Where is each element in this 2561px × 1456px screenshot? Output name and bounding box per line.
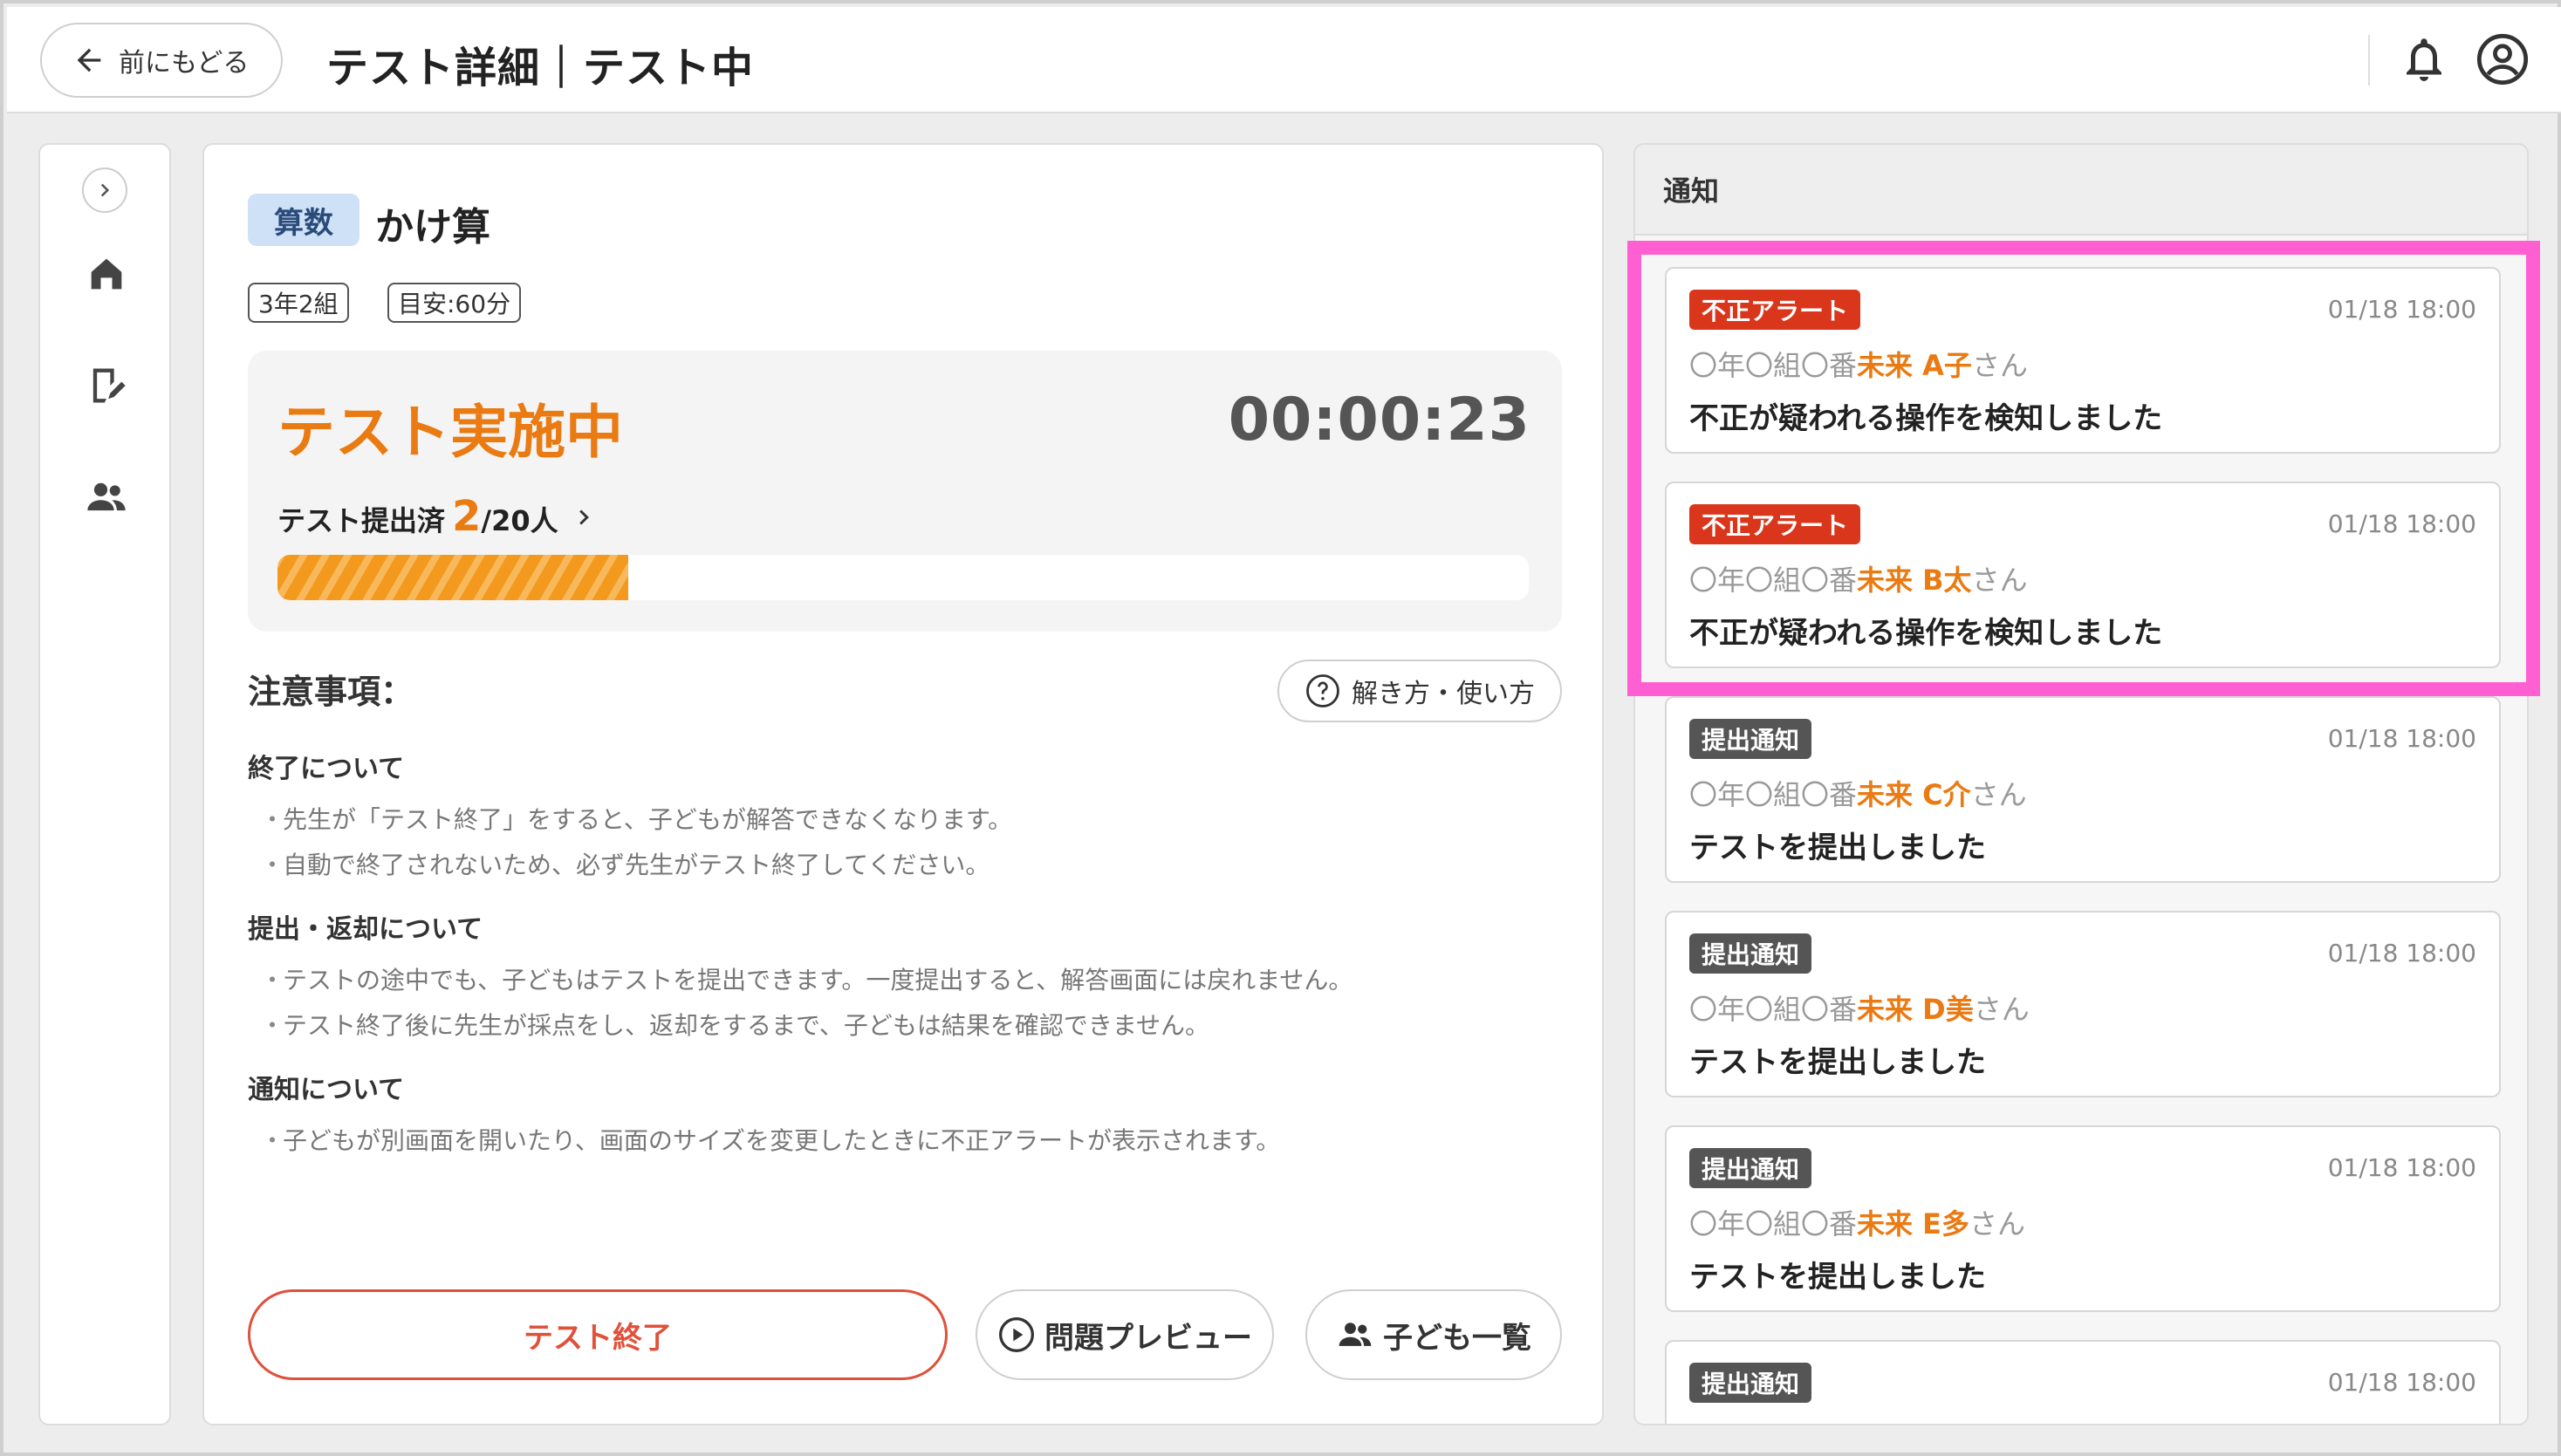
submitted-label: テスト提出済 — [277, 504, 446, 537]
student-name: 未来 C介 — [1857, 778, 1971, 811]
test-edit-icon[interactable] — [84, 363, 129, 408]
howto-button[interactable]: 解き方・使い方 — [1277, 660, 1562, 722]
notification-heading: 通知 — [1635, 145, 2527, 236]
submitted-link[interactable]: テスト提出済 2/20人 — [277, 492, 597, 541]
duration-tag: 目安:60分 — [387, 283, 522, 323]
notification-message: テストを提出しました — [1689, 1045, 1986, 1080]
notification-time: 01/18 18:00 — [2327, 724, 2476, 753]
note-line: ・テスト終了後に先生が採点をし、返却をするまで、子どもは結果を確認できません。 — [260, 1011, 1210, 1040]
back-button[interactable]: 前にもどる — [40, 23, 283, 98]
student-info: 〇年〇組〇番未来 C介さん — [1689, 778, 2027, 811]
sidebar — [38, 143, 171, 1425]
account-icon[interactable] — [2475, 31, 2530, 87]
people-icon[interactable] — [84, 475, 129, 520]
notification-card[interactable]: 提出通知 01/18 18:00 〇年〇組〇番未来 C介さん テストを提出しまし… — [1665, 696, 2501, 883]
header-divider — [2368, 35, 2370, 85]
sidebar-expand-button[interactable] — [82, 167, 127, 213]
notification-panel: 通知 不正アラート 01/18 18:00 〇年〇組〇番未来 A子さん 不正が疑… — [1633, 143, 2529, 1425]
notes-section-title: 提出・返却について — [248, 914, 483, 945]
notification-card[interactable]: 提出通知 01/18 18:00 〇年〇組〇番未来 D美さん テストを提出しまし… — [1665, 911, 2501, 1097]
note-line: ・子どもが別画面を開いたり、画面のサイズを変更したときに不正アラートが表示されま… — [260, 1126, 1281, 1155]
student-info: 〇年〇組〇番未来 B太さん — [1689, 564, 2028, 597]
student-info: 〇年〇組〇番未来 A子さん — [1689, 349, 2028, 382]
howto-label: 解き方・使い方 — [1352, 679, 1535, 709]
alert-badge: 不正アラート — [1689, 504, 1861, 544]
notification-card[interactable]: 不正アラート 01/18 18:00 〇年〇組〇番未来 B太さん 不正が疑われる… — [1665, 482, 2501, 668]
top-bar: 前にもどる テスト詳細｜テスト中 — [7, 7, 2561, 113]
elapsed-timer: 00:00:23 — [1228, 386, 1530, 455]
notification-message: 不正が疑われる操作を検知しました — [1689, 616, 2163, 651]
student-info: 〇年〇組〇番未来 E多さん — [1689, 1207, 2026, 1241]
chevron-right-icon — [579, 509, 589, 525]
submitted-total: /20人 — [481, 504, 558, 537]
alert-badge: 不正アラート — [1689, 290, 1861, 330]
bell-icon[interactable] — [2398, 33, 2450, 85]
notification-card[interactable]: 提出通知 01/18 18:00 — [1665, 1340, 2501, 1424]
student-name: 未来 E多 — [1857, 1207, 1970, 1241]
back-button-label: 前にもどる — [119, 48, 250, 79]
note-line: ・自動で終了されないため、必ず先生がテスト終了してください。 — [260, 851, 990, 879]
notification-message: テストを提出しました — [1689, 831, 1986, 865]
children-list-button[interactable]: 子ども一覧 — [1305, 1289, 1562, 1380]
student-name: 未来 A子 — [1857, 349, 1972, 382]
notification-message: テストを提出しました — [1689, 1260, 1986, 1295]
subject-badge: 算数 — [248, 194, 359, 246]
submit-badge: 提出通知 — [1689, 1363, 1812, 1403]
notification-card[interactable]: 提出通知 01/18 18:00 〇年〇組〇番未来 E多さん テストを提出しまし… — [1665, 1125, 2501, 1312]
notes-section-title: 通知について — [248, 1075, 405, 1105]
preview-label: 問題プレビュー — [1044, 1320, 1252, 1356]
test-detail-card: 算数 かけ算 3年2組 目安:60分 テスト実施中 00:00:23 テスト提出… — [202, 143, 1604, 1425]
test-name: かけ算 — [375, 205, 490, 250]
notification-message: 不正が疑われる操作を検知しました — [1689, 401, 2163, 436]
help-circle-icon — [1306, 674, 1339, 707]
arrow-left-icon — [77, 48, 101, 72]
test-status-panel: テスト実施中 00:00:23 テスト提出済 2/20人 — [248, 351, 1562, 632]
class-tag: 3年2組 — [248, 283, 349, 323]
student-name: 未来 D美 — [1857, 993, 1974, 1026]
app-window: 前にもどる テスト詳細｜テスト中 算数 かけ算 3年2組 目安:60分 テスト実… — [0, 0, 2561, 1456]
home-icon[interactable] — [84, 251, 129, 297]
submitted-count: 2 — [452, 492, 482, 541]
submission-progress-fill — [277, 555, 628, 600]
submit-badge: 提出通知 — [1689, 933, 1812, 974]
end-test-button[interactable]: テスト終了 — [248, 1289, 948, 1380]
student-info: 〇年〇組〇番未来 D美さん — [1689, 993, 2030, 1026]
submit-badge: 提出通知 — [1689, 1148, 1812, 1188]
chevron-right-icon — [100, 183, 110, 197]
notification-card[interactable]: 不正アラート 01/18 18:00 〇年〇組〇番未来 A子さん 不正が疑われる… — [1665, 267, 2501, 454]
notes-heading: 注意事項： — [248, 673, 414, 711]
people-icon — [1339, 1323, 1372, 1346]
notification-list[interactable]: 不正アラート 01/18 18:00 〇年〇組〇番未来 A子さん 不正が疑われる… — [1635, 236, 2527, 1424]
preview-button[interactable]: 問題プレビュー — [976, 1289, 1274, 1380]
play-circle-icon — [999, 1317, 1034, 1352]
page-title: テスト詳細｜テスト中 — [326, 44, 755, 92]
notification-time: 01/18 18:00 — [2327, 1368, 2476, 1397]
note-line: ・テストの途中でも、子どもはテストを提出できます。一度提出すると、解答画面には戻… — [260, 966, 1353, 995]
notification-time: 01/18 18:00 — [2327, 939, 2476, 967]
submit-badge: 提出通知 — [1689, 719, 1812, 759]
children-list-label: 子ども一覧 — [1383, 1320, 1531, 1356]
student-name: 未来 B太 — [1857, 564, 1972, 597]
notes-section-title: 終了について — [248, 754, 405, 784]
notification-time: 01/18 18:00 — [2327, 1153, 2476, 1182]
test-status: テスト実施中 — [277, 399, 623, 466]
note-line: ・先生が「テスト終了」をすると、子どもが解答できなくなります。 — [260, 805, 1013, 834]
notification-time: 01/18 18:00 — [2327, 295, 2476, 324]
notification-time: 01/18 18:00 — [2327, 509, 2476, 538]
submission-progress-bar — [277, 555, 1529, 600]
